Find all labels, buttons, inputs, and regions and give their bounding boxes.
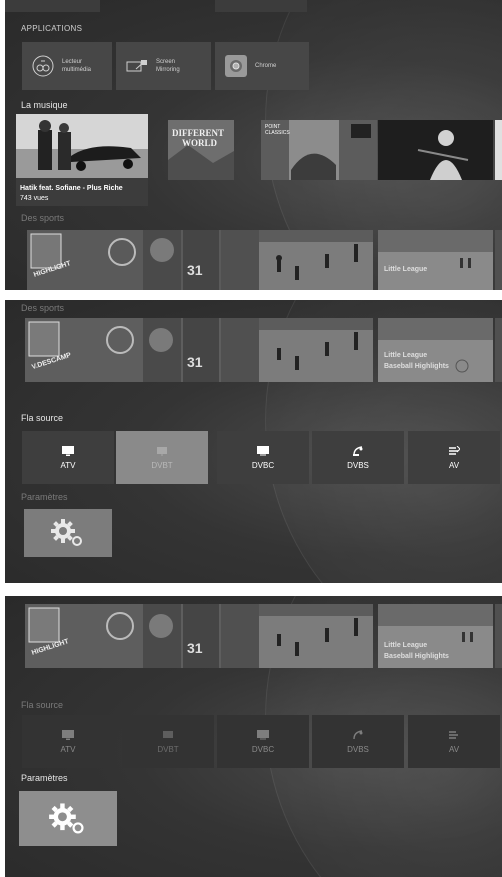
antenna-icon xyxy=(163,730,173,738)
source-label: ATV xyxy=(60,744,76,754)
settings-tile-focused[interactable] xyxy=(19,791,117,846)
app-tile-screen-mirroring[interactable]: Screen Mirroring xyxy=(116,42,211,90)
screen-settings: HIGHLIGHT 31 Little League Baseball High… xyxy=(5,596,502,877)
av-input-icon xyxy=(449,730,458,739)
sport-thumbnail xyxy=(25,604,259,668)
sport-thumbnail xyxy=(25,318,259,382)
chrome-icon xyxy=(225,55,247,77)
screen-mirroring-icon xyxy=(126,55,148,77)
section-title-music: La musique xyxy=(21,100,68,110)
music-item-focused[interactable]: Hatik feat. Sofiane - Plus Riche 743 vue… xyxy=(16,114,148,206)
section-title-applications: APPLICATIONS xyxy=(21,24,83,33)
source-tile-dvbc[interactable]: DVBC xyxy=(217,715,309,768)
app-tile-media-player[interactable]: Lecteur multimédia xyxy=(22,42,112,90)
sport-caption: Little League xyxy=(384,266,428,273)
screen-sources: Des sports V.DESCAMP 31 Little League Ba… xyxy=(5,300,502,583)
baseball-thumbnail xyxy=(378,318,493,382)
section-title-sports: Des sports xyxy=(21,303,65,313)
album-text: CLASSICS xyxy=(265,130,290,136)
section-title-settings: Paramètres xyxy=(21,773,68,783)
sport-item[interactable] xyxy=(495,318,502,382)
sport-item[interactable]: HIGHLIGHT 31 xyxy=(25,604,259,668)
section-title-source: Fla source xyxy=(21,413,64,423)
music-item[interactable]: POINT CLASSICS xyxy=(261,120,377,180)
satellite-icon xyxy=(353,445,363,456)
source-label: ATV xyxy=(60,460,76,470)
source-tile-dvbt[interactable]: DVBT xyxy=(116,431,208,484)
settings-tile[interactable] xyxy=(24,509,112,557)
source-tile-dvbc[interactable]: DVBC xyxy=(217,431,309,484)
album-art-violinist xyxy=(378,120,493,180)
antenna-icon xyxy=(157,446,167,456)
sport-caption: Little League xyxy=(384,352,428,359)
previous-row-tile[interactable] xyxy=(215,0,307,12)
source-tile-atv[interactable]: ATV xyxy=(22,431,114,484)
baseball-thumbnail xyxy=(378,230,493,290)
app-label: Screen xyxy=(156,59,176,65)
sport-item[interactable] xyxy=(495,230,502,290)
sport-item[interactable]: Little League Baseball Highlights xyxy=(378,604,493,668)
source-tile-av[interactable]: AV xyxy=(408,431,500,484)
previous-row-tile[interactable] xyxy=(5,0,100,12)
soccer-field-thumbnail xyxy=(259,604,373,668)
sport-item[interactable] xyxy=(259,318,373,382)
sport-caption: Baseball Highlights xyxy=(384,653,449,660)
source-label: AV xyxy=(448,460,460,470)
sport-thumbnail xyxy=(27,230,259,290)
album-text: WORLD xyxy=(182,138,218,148)
source-tile-atv[interactable]: ATV xyxy=(22,715,114,768)
source-tile-av[interactable]: AV xyxy=(408,715,500,768)
media-player-icon xyxy=(32,55,54,77)
sport-caption: Little League xyxy=(384,642,428,649)
music-item[interactable] xyxy=(378,120,493,180)
source-label: AV xyxy=(448,744,460,754)
settings-gear-icon xyxy=(49,802,84,833)
sport-caption: Baseball Highlights xyxy=(384,363,449,370)
source-label: DVBT xyxy=(151,460,173,470)
cable-icon xyxy=(257,445,269,455)
app-label: multimédia xyxy=(62,67,92,73)
sport-item[interactable]: Little League Baseball Highlights xyxy=(378,318,493,382)
sport-item[interactable] xyxy=(259,604,373,668)
source-label: DVBS xyxy=(347,744,369,754)
sport-item[interactable] xyxy=(259,230,373,290)
settings-gear-icon xyxy=(51,519,82,546)
source-label: DVBS xyxy=(347,460,369,470)
jersey-number: 31 xyxy=(187,354,203,370)
app-label: Chrome xyxy=(255,63,277,69)
source-tile-dvbs[interactable]: DVBS xyxy=(312,431,404,484)
jersey-number: 31 xyxy=(187,640,203,656)
cable-icon xyxy=(257,729,269,739)
tv-icon xyxy=(62,729,74,740)
satellite-icon xyxy=(353,729,363,739)
sport-item[interactable]: V.DESCAMP 31 xyxy=(25,318,259,382)
video-thumbnail xyxy=(16,114,148,178)
app-label: Lecteur xyxy=(62,59,83,65)
source-tile-dvbt[interactable]: DVBT xyxy=(122,715,214,768)
section-title-settings: Paramètres xyxy=(21,492,68,502)
section-title-sports: Des sports xyxy=(21,213,65,223)
app-tile-chrome[interactable]: Chrome xyxy=(215,42,309,90)
source-tile-dvbs[interactable]: DVBS xyxy=(312,715,404,768)
video-views: 743 vues xyxy=(20,195,49,202)
sport-item[interactable] xyxy=(495,604,502,668)
soccer-field-thumbnail xyxy=(259,318,373,382)
source-label: DVBC xyxy=(251,744,275,754)
av-input-icon xyxy=(449,445,460,455)
source-label: DVBT xyxy=(157,744,179,754)
source-label: DVBC xyxy=(251,460,275,470)
app-label: Mirroring xyxy=(156,67,180,73)
music-item[interactable] xyxy=(495,120,502,180)
jersey-number: 31 xyxy=(187,262,203,278)
screen-applications: APPLICATIONS Lecteur multimédia Screen Mir… xyxy=(5,0,502,290)
soccer-field-thumbnail xyxy=(259,230,373,290)
tv-icon xyxy=(62,445,74,456)
music-item[interactable]: DIFFERENT WORLD xyxy=(168,120,234,180)
album-text: DIFFERENT xyxy=(172,128,225,138)
sport-item[interactable]: HIGHLIGHT 31 xyxy=(27,230,259,290)
video-title: Hatik feat. Sofiane - Plus Riche xyxy=(20,185,123,192)
sport-item[interactable]: Little League xyxy=(378,230,493,290)
section-title-source: Fla source xyxy=(21,700,64,710)
